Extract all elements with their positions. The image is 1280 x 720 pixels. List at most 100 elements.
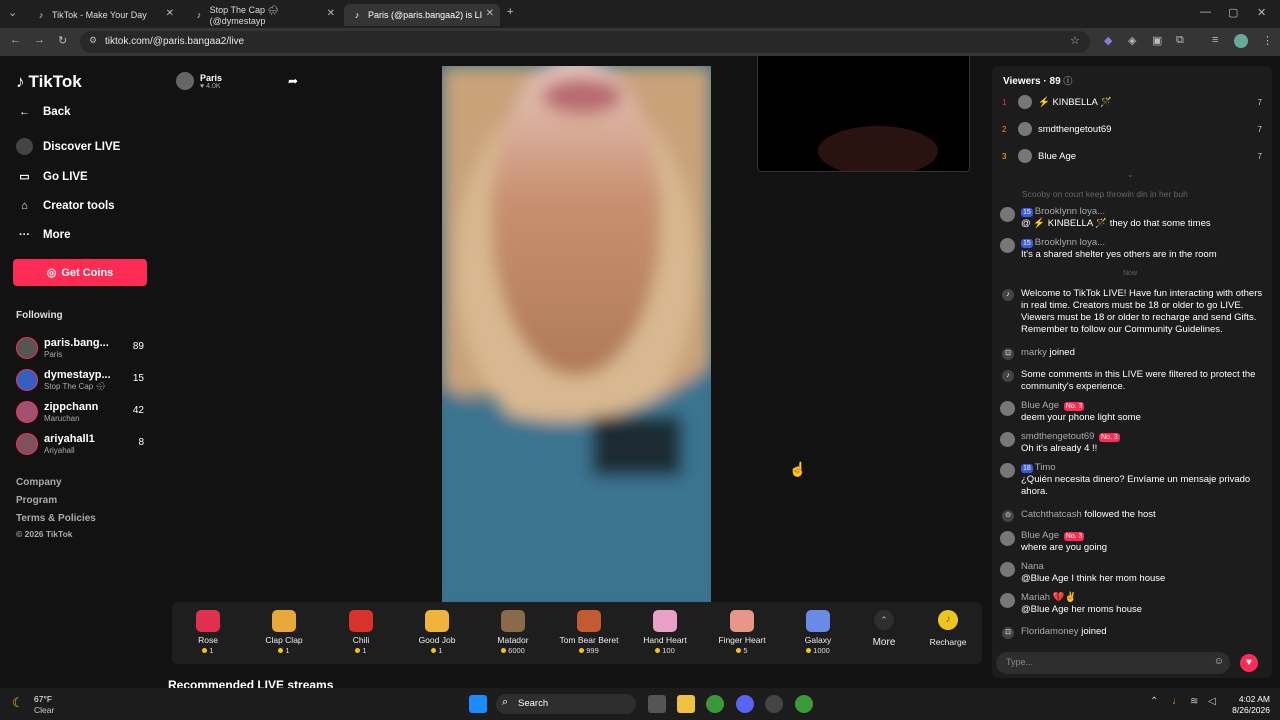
chat-user[interactable]: Brooklynn loya... (1035, 206, 1105, 217)
gift-matador[interactable]: Matador 6000 (478, 610, 548, 655)
extension-icon[interactable]: ▣ (1152, 34, 1162, 47)
bookmark-star-icon[interactable]: ☆ (1070, 34, 1080, 47)
nav-discover-live[interactable]: Discover LIVE (16, 138, 120, 155)
level-badge: 15 (1021, 208, 1033, 217)
tab-paris-live[interactable]: ♪ Paris (@paris.bangaa2) is LI ✕ (344, 4, 500, 26)
following-item[interactable]: zippchann Maruchan 42 (16, 399, 148, 425)
pip-window[interactable]: — ▢ ✕ (757, 56, 970, 172)
reload-icon[interactable]: ↻ (58, 34, 67, 47)
following-item[interactable]: dymestayp... Stop The Cap 🌧 15 (16, 367, 148, 393)
chat-user[interactable]: Timo (1035, 462, 1056, 473)
gift-tom-bear-beret[interactable]: Tom Bear Beret 999 (554, 610, 624, 655)
chat-user[interactable]: smdthengetout69 (1021, 431, 1094, 442)
moon-weather-icon[interactable]: ☾ (12, 695, 24, 711)
tab-stop-the-cap[interactable]: ♪ Stop The Cap 🌧 (@dymestayp ✕ (186, 4, 341, 26)
windows-start-icon[interactable] (469, 695, 487, 713)
chat-user[interactable]: Catchthatcash (1021, 509, 1082, 520)
following-name: dymestayp... (44, 369, 111, 381)
footer-company-link[interactable]: Company (16, 477, 62, 488)
microphone-icon[interactable]: ♩ (1172, 696, 1182, 707)
window-close-icon[interactable]: ✕ (1257, 6, 1266, 19)
chrome-icon[interactable] (706, 695, 724, 713)
following-item[interactable]: ariyahall1 Ariyahall 8 (16, 431, 148, 457)
discord-icon[interactable] (736, 695, 754, 713)
chat-user[interactable]: Brooklynn loya... (1035, 237, 1105, 248)
back-button[interactable]: ← Back (16, 103, 71, 120)
footer-terms-link[interactable]: Terms & Policies (16, 513, 96, 524)
gift-clap-clap[interactable]: Clap Clap 1 (249, 610, 319, 655)
chat-user[interactable]: marky (1021, 347, 1047, 358)
welcome-text: Welcome to TikTok LIVE! Have fun interac… (1021, 288, 1263, 335)
minimize-icon[interactable]: — (1200, 6, 1211, 18)
left-sidebar: ♪ TikTok ← Back Discover LIVE ▭ Go LIVE … (0, 56, 162, 688)
avatar (1018, 149, 1032, 163)
tab-tiktok-home[interactable]: ♪ TikTok - Make Your Day ✕ (28, 4, 180, 26)
gift-galaxy[interactable]: Galaxy 1000 (783, 610, 853, 655)
following-item[interactable]: paris.bang... Paris 89 (16, 335, 148, 361)
menu-list-icon[interactable]: ≡ (1212, 34, 1218, 46)
extension-icon[interactable]: ◈ (1128, 34, 1136, 47)
info-icon[interactable]: ⓘ (1063, 76, 1072, 86)
emoji-icon[interactable]: ☺ (1214, 656, 1224, 667)
close-icon[interactable]: ✕ (486, 8, 494, 19)
footer-program-link[interactable]: Program (16, 495, 57, 506)
viewer-row[interactable]: 1 ⚡ KINBELLA 🪄 7 (1002, 94, 1262, 110)
chat-user[interactable]: Floridamoney (1021, 626, 1079, 637)
viewers-header[interactable]: Viewers · 89 ⓘ (1003, 74, 1072, 87)
close-icon[interactable]: ✕ (166, 8, 174, 19)
nav-go-live[interactable]: ▭ Go LIVE (16, 168, 87, 185)
close-icon[interactable]: ✕ (327, 8, 335, 19)
chat-user[interactable]: Mariah 💔✌ (1021, 592, 1265, 604)
gift-finger-heart[interactable]: Finger Heart 5 (707, 610, 777, 655)
viewer-row[interactable]: 3 Blue Age 7 (1002, 148, 1262, 164)
viewer-row[interactable]: 2 smdthengetout69 7 (1002, 121, 1262, 137)
url-field[interactable]: ⚙ tiktok.com/@paris.bangaa2/live (80, 31, 1090, 53)
new-tab-icon[interactable]: + (507, 6, 513, 18)
maximize-icon[interactable]: ▢ (1228, 6, 1238, 19)
taskbar-search[interactable]: ⌕ Search (496, 694, 636, 714)
site-info-icon[interactable]: ⚙ (89, 35, 97, 46)
tiktok-logo[interactable]: ♪ TikTok (16, 72, 82, 92)
get-coins-button[interactable]: ◎ Get Coins (13, 259, 147, 286)
clock-time[interactable]: 4:02 AM (1226, 694, 1270, 704)
back-arrow-icon[interactable]: ← (10, 34, 21, 46)
host-info[interactable]: Paris ♥ 4.0K ➦ (176, 72, 298, 90)
gift-good-job[interactable]: Good Job 1 (402, 610, 472, 655)
gift-chili[interactable]: Chili 1 (326, 610, 396, 655)
gift-hand-heart[interactable]: Hand Heart 100 (630, 610, 700, 655)
share-icon[interactable]: ➦ (288, 74, 298, 88)
chat-user[interactable]: Blue Age (1021, 400, 1059, 411)
tab-search-icon[interactable]: ⌄ (8, 6, 17, 19)
gift-more-button[interactable]: ⌃ More (849, 610, 919, 648)
avatar (1000, 463, 1015, 478)
speaker-icon[interactable]: ◁ (1208, 696, 1216, 707)
host-avatar[interactable] (176, 72, 194, 90)
puzzle-icon[interactable]: ⧉ (1176, 34, 1184, 47)
chevron-up-icon[interactable]: ⌃ (1150, 696, 1158, 707)
chat-user[interactable]: Blue Age (1021, 530, 1059, 541)
wifi-icon[interactable]: ≋ (1190, 696, 1198, 707)
recharge-button[interactable]: ♪ Recharge (914, 610, 982, 647)
chat-input[interactable]: Type... ☺ (996, 652, 1230, 674)
chat-text: ¿Quién necesita dinero? Envíame un mensa… (1021, 474, 1251, 497)
file-explorer-icon[interactable] (677, 695, 695, 713)
gift-heart-button[interactable]: ♥ (1240, 654, 1258, 672)
task-view-icon[interactable] (648, 695, 666, 713)
kebab-menu-icon[interactable]: ⋮ (1262, 34, 1273, 47)
chat-message: Mariah 💔✌ @Blue Age her moms house (1000, 592, 1264, 618)
app-icon[interactable] (765, 695, 783, 713)
chat-user[interactable]: Nana (1021, 561, 1265, 573)
time-divider: Now (1123, 270, 1138, 277)
chrome-active-icon[interactable] (795, 695, 813, 713)
extension-icon[interactable]: ◆ (1104, 34, 1112, 47)
forward-arrow-icon[interactable]: → (34, 34, 45, 46)
nav-creator-tools[interactable]: ⌂ Creator tools (16, 197, 114, 214)
avatar (1000, 207, 1015, 222)
gift-price: 6000 (478, 646, 548, 655)
profile-avatar[interactable] (1234, 34, 1248, 48)
gift-rose[interactable]: Rose 1 (173, 610, 243, 655)
nav-more[interactable]: ··· More (16, 226, 70, 243)
chevron-down-icon[interactable]: ⌄ (1127, 170, 1134, 179)
weather-temp[interactable]: 67°F (34, 694, 52, 704)
live-video[interactable] (442, 66, 711, 603)
